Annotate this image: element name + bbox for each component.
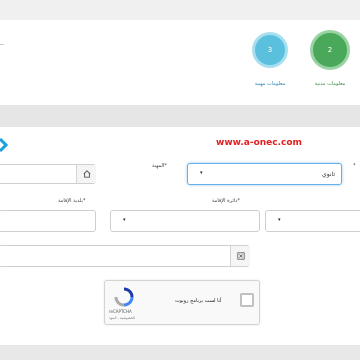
left-select-partial[interactable] bbox=[0, 210, 96, 232]
recaptcha-footer: الخصوصية - البنود bbox=[109, 316, 136, 320]
top-bar bbox=[0, 0, 360, 20]
recaptcha-logo-icon bbox=[114, 287, 134, 307]
recaptcha-brand: reCAPTCHA bbox=[109, 309, 132, 314]
step-2-number: 2 bbox=[327, 46, 333, 54]
step-3[interactable]: 3 bbox=[252, 32, 288, 68]
back-arrow-icon[interactable] bbox=[0, 137, 9, 153]
profession-select[interactable]: ▾ ثانوي bbox=[187, 163, 342, 185]
chevron-down-icon: ▾ bbox=[200, 170, 203, 176]
bottom-band bbox=[0, 345, 360, 360]
profession-label: المهنة* bbox=[152, 163, 167, 169]
site-url: www.a-onec.com bbox=[216, 138, 302, 148]
step-2-label: معلومات مدنية bbox=[314, 81, 346, 87]
profession-value: ثانوي bbox=[322, 171, 335, 178]
home-icon[interactable] bbox=[76, 165, 96, 183]
recaptcha-widget[interactable]: reCAPTCHA الخصوصية - البنود أنا لست برنا… bbox=[104, 280, 260, 325]
step-3-number: 3 bbox=[267, 46, 273, 54]
residence-state-select[interactable]: ▾ bbox=[265, 210, 360, 232]
top-divider bbox=[0, 44, 4, 45]
chevron-down-icon: ▾ bbox=[123, 217, 126, 223]
step-3-circle[interactable]: 3 bbox=[252, 32, 288, 68]
close-icon[interactable] bbox=[230, 246, 250, 266]
residence-state-label: دائرة الإقامة* bbox=[212, 198, 240, 204]
recaptcha-text: أنا لست برنامج روبوت bbox=[175, 298, 222, 304]
recaptcha-checkbox[interactable] bbox=[240, 293, 254, 307]
section-band bbox=[0, 105, 360, 127]
step-2-circle[interactable]: 2 bbox=[310, 30, 350, 70]
right-edge-mark: * bbox=[353, 163, 356, 169]
residence-municipality-select[interactable]: ▾ bbox=[110, 210, 260, 232]
chevron-down-icon: ▾ bbox=[278, 217, 281, 223]
step-3-label: معلومات مهنية bbox=[254, 81, 286, 87]
step-2[interactable]: 2 bbox=[310, 30, 350, 70]
wide-text-field[interactable] bbox=[0, 245, 250, 267]
residence-municipality-label: بلدية الإقامة* bbox=[58, 198, 86, 204]
